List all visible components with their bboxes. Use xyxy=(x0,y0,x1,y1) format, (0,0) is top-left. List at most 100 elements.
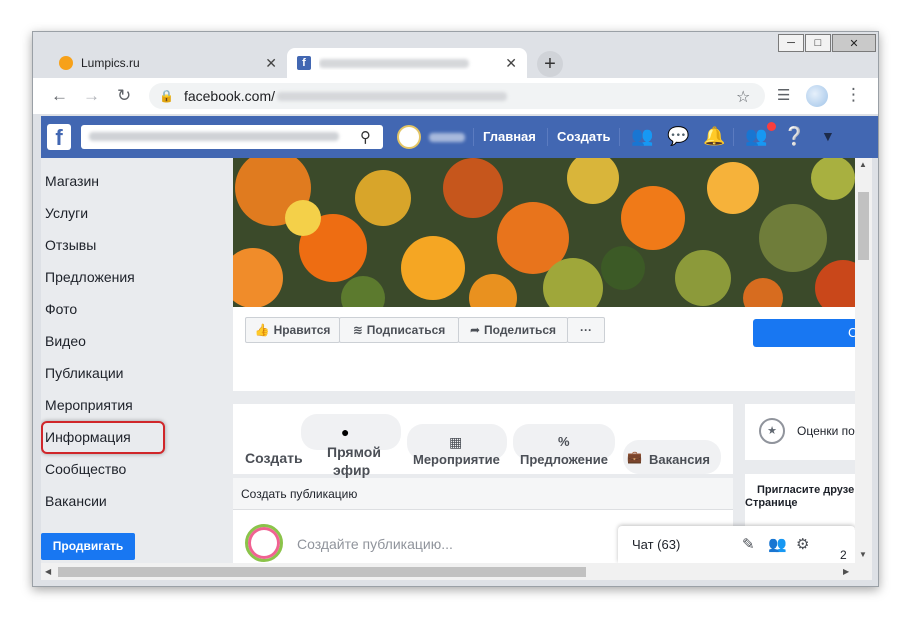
event-label[interactable]: Мероприятие xyxy=(413,452,500,467)
lock-icon: 🔒 xyxy=(159,89,174,103)
window-controls: ─ □ ✕ xyxy=(777,34,876,52)
minimize-icon[interactable]: ─ xyxy=(778,34,804,52)
chat-bar[interactable]: Чат (63) ✎ 👥 ⚙ 2 xyxy=(618,526,855,563)
like-button[interactable]: 👍 Нравится xyxy=(245,317,340,343)
messenger-icon[interactable]: 💬 xyxy=(667,126,689,147)
sidebar-item-offers[interactable]: Предложения xyxy=(45,269,135,285)
scroll-up-icon[interactable]: ▲ xyxy=(859,160,867,169)
sidebar-item-events[interactable]: Мероприятия xyxy=(45,397,133,413)
page-action-bar: 👍 Нравится ≋ Подписаться ➦ Поделиться ··… xyxy=(233,307,855,391)
follow-button[interactable]: ≋ Подписаться xyxy=(339,317,459,343)
tab-title-blurred xyxy=(319,56,505,70)
orange-circle-icon xyxy=(59,56,73,70)
profile-avatar[interactable] xyxy=(806,85,828,107)
close-tab-icon[interactable]: ✕ xyxy=(505,55,517,72)
scroll-right-icon[interactable]: ▶ xyxy=(843,567,849,576)
facebook-header: f ⚲ Главная Создать 👥 💬 🔔 👥 ❔ ▼ xyxy=(41,116,878,158)
vertical-scroll-thumb[interactable] xyxy=(858,192,869,260)
group-chat-icon[interactable]: 👥 xyxy=(768,535,787,553)
sidebar-item-community[interactable]: Сообщество xyxy=(45,461,126,477)
notification-dot xyxy=(767,122,776,131)
page-content: Магазин Услуги Отзывы Предложения Фото В… xyxy=(41,158,855,563)
notifications-bell-icon[interactable]: 🔔 xyxy=(703,126,725,147)
like-label: Нравится xyxy=(273,323,331,337)
vertical-scrollbar[interactable]: ▲ ▼ xyxy=(855,158,872,563)
tab-facebook[interactable]: f ✕ xyxy=(287,48,527,78)
back-icon[interactable]: ← xyxy=(51,86,68,106)
maximize-icon[interactable]: □ xyxy=(805,34,831,52)
reviews-label: Оценки по xyxy=(797,424,855,438)
compose-icon[interactable]: ✎ xyxy=(742,535,755,553)
calendar-icon: ▦ xyxy=(449,434,463,450)
browser-toolbar: ← → ↻ 🔒 facebook.com/ ☆ ☰ ⋮ xyxy=(33,78,878,114)
horizontal-scroll-thumb[interactable] xyxy=(58,567,586,577)
pages-icon[interactable]: 👥 xyxy=(745,126,767,147)
facebook-logo-icon[interactable]: f xyxy=(47,124,71,150)
tab-lumpics[interactable]: Lumpics.ru ✕ xyxy=(49,48,287,78)
briefcase-icon: 💼 xyxy=(627,450,642,464)
sidebar-item-shop[interactable]: Магазин xyxy=(45,173,99,189)
chevron-down-icon[interactable]: ▼ xyxy=(821,128,835,144)
post-input[interactable]: Создайте публикацию... xyxy=(297,536,453,552)
tab-title: Lumpics.ru xyxy=(81,56,140,70)
sidebar-item-jobs[interactable]: Вакансии xyxy=(45,493,107,509)
close-tab-icon[interactable]: ✕ xyxy=(265,55,277,72)
invite-title-line1: Пригласите друзе xyxy=(757,484,855,496)
percent-icon: % xyxy=(558,434,570,449)
browser-window: ─ □ ✕ Lumpics.ru ✕ f ✕ + ← → ↻ 🔒 faceboo… xyxy=(32,31,879,587)
facebook-search-input[interactable]: ⚲ xyxy=(81,125,383,149)
live-label-line1[interactable]: Прямой xyxy=(327,444,381,460)
invite-title-line2: Странице xyxy=(745,497,798,509)
menu-dots-icon[interactable]: ⋮ xyxy=(845,85,862,105)
sidebar-item-photos[interactable]: Фото xyxy=(45,301,77,317)
reload-icon[interactable]: ↻ xyxy=(117,86,131,106)
forward-icon[interactable]: → xyxy=(83,86,100,106)
search-icon[interactable]: ⚲ xyxy=(360,128,371,146)
sidebar-item-services[interactable]: Услуги xyxy=(45,205,88,221)
horizontal-scrollbar[interactable]: ◀ ▶ xyxy=(41,563,872,580)
friends-icon[interactable]: 👥 xyxy=(631,126,653,147)
url-text: facebook.com/ xyxy=(183,88,276,104)
reviews-icon: ★ xyxy=(759,418,785,444)
promote-button[interactable]: Продвигать xyxy=(41,533,135,560)
scroll-down-icon[interactable]: ▼ xyxy=(859,550,867,559)
sidebar-item-posts[interactable]: Публикации xyxy=(45,365,123,381)
rss-icon: ≋ xyxy=(352,323,363,337)
page-name-blurred xyxy=(429,133,465,142)
reading-list-icon[interactable]: ☰ xyxy=(777,86,790,104)
chat-count: 2 xyxy=(840,548,847,562)
scroll-left-icon[interactable]: ◀ xyxy=(45,567,51,576)
close-window-icon[interactable]: ✕ xyxy=(832,34,876,52)
share-button[interactable]: ➦ Поделиться xyxy=(458,317,568,343)
post-header: Создать публикацию xyxy=(233,478,733,510)
autumn-forest-image xyxy=(233,158,855,307)
new-tab-button[interactable]: + xyxy=(537,51,563,77)
help-icon[interactable]: ❔ xyxy=(783,126,805,147)
sidebar-item-info[interactable]: Информация xyxy=(45,429,131,445)
chat-label: Чат (63) xyxy=(632,537,681,552)
share-arrow-icon: ➦ xyxy=(469,323,481,337)
address-bar[interactable]: 🔒 facebook.com/ xyxy=(149,83,765,109)
thumbs-up-icon: 👍 xyxy=(254,323,270,337)
job-label[interactable]: Вакансия xyxy=(649,452,710,467)
video-camera-icon: ● xyxy=(341,424,350,440)
offer-label[interactable]: Предложение xyxy=(520,452,608,467)
nav-home[interactable]: Главная xyxy=(483,116,536,158)
live-label-line2[interactable]: эфир xyxy=(333,462,370,478)
page-logo-icon xyxy=(245,524,283,562)
gear-icon[interactable]: ⚙ xyxy=(796,535,809,553)
more-options-button[interactable]: ··· xyxy=(567,317,605,343)
nav-create[interactable]: Создать xyxy=(557,116,610,158)
create-label: Создать xyxy=(245,450,303,466)
cover-photo xyxy=(233,158,855,307)
share-label: Поделиться xyxy=(484,323,557,337)
reviews-card[interactable]: ★ Оценки по xyxy=(745,404,855,460)
bookmark-star-icon[interactable]: ☆ xyxy=(736,87,750,107)
create-card: Создать ● Прямой эфир ▦ Мероприятие % Пр… xyxy=(233,404,733,478)
sidebar-item-reviews[interactable]: Отзывы xyxy=(45,237,96,253)
page-avatar[interactable] xyxy=(397,125,421,149)
facebook-icon: f xyxy=(297,56,311,70)
primary-cta-button[interactable]: С xyxy=(753,319,855,347)
sidebar-item-videos[interactable]: Видео xyxy=(45,333,86,349)
follow-label: Подписаться xyxy=(366,323,446,337)
